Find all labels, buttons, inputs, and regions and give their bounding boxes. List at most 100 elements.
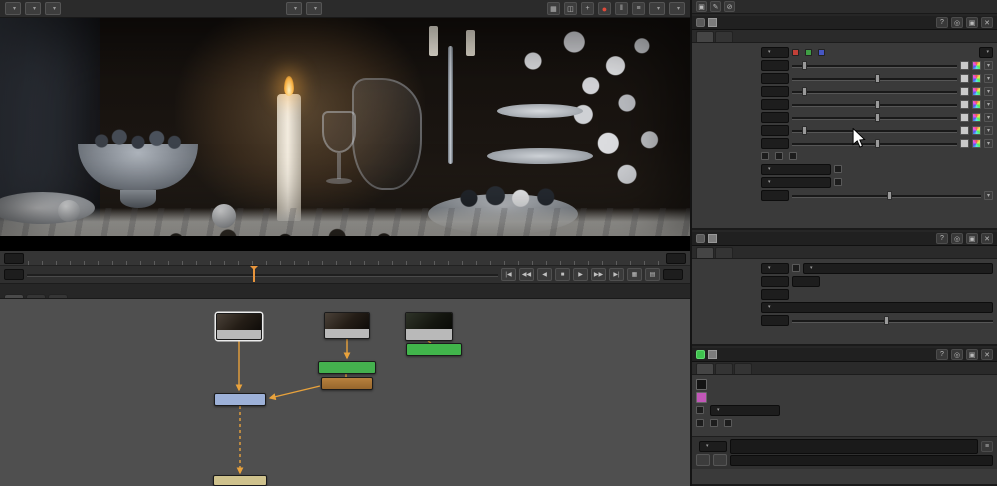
view-dropdown[interactable]: ▾ bbox=[45, 2, 62, 15]
node-color-chip[interactable] bbox=[708, 350, 717, 359]
channels-dropdown[interactable]: ▾ bbox=[761, 262, 789, 274]
color-wheel-icon[interactable] bbox=[972, 86, 981, 96]
animation-menu-icon[interactable]: ▾ bbox=[984, 86, 993, 96]
node-grade[interactable] bbox=[321, 377, 373, 390]
tab-advanced[interactable] bbox=[715, 363, 733, 374]
render-summary-field[interactable] bbox=[730, 454, 993, 466]
go-last-frame-button[interactable]: ▶| bbox=[609, 268, 624, 281]
okay-button[interactable] bbox=[696, 454, 710, 466]
frame-order-dropdown[interactable]: ▾ bbox=[699, 440, 727, 452]
close-panel-button[interactable]: ✕ bbox=[981, 17, 993, 28]
last-frame-field[interactable] bbox=[792, 275, 820, 287]
frame-slider-track[interactable] bbox=[27, 266, 498, 283]
range-end-field[interactable] bbox=[666, 252, 686, 264]
range-start-field[interactable] bbox=[4, 252, 24, 264]
hold-output-checkbox[interactable] bbox=[710, 419, 718, 427]
format-dropdown[interactable]: ▾ bbox=[761, 301, 993, 313]
color-swatch-icon[interactable] bbox=[960, 60, 969, 70]
tab-node[interactable] bbox=[715, 247, 733, 258]
tab-node[interactable] bbox=[734, 363, 752, 374]
despill-bias-swatch[interactable] bbox=[696, 391, 707, 403]
refresh-icon[interactable]: ≡ bbox=[631, 2, 645, 15]
color-wheel-icon[interactable] bbox=[972, 73, 981, 83]
proxy-dropdown[interactable]: ▾ bbox=[648, 2, 665, 15]
node-copy[interactable] bbox=[214, 393, 266, 406]
knob-slider[interactable] bbox=[792, 112, 957, 123]
close-panel-button[interactable]: ✕ bbox=[981, 233, 993, 244]
animation-menu-icon[interactable]: ▾ bbox=[984, 73, 993, 83]
inject-checkbox[interactable] bbox=[834, 178, 842, 186]
knob-value-field[interactable] bbox=[761, 98, 789, 110]
color-wheel-icon[interactable] bbox=[972, 138, 981, 148]
wipe-icon[interactable]: + bbox=[580, 2, 594, 15]
white-clamp-checkbox[interactable] bbox=[789, 152, 797, 160]
knob-value-field[interactable] bbox=[761, 59, 789, 71]
node-color-chip[interactable] bbox=[708, 234, 717, 243]
knob-value-field[interactable] bbox=[761, 72, 789, 84]
knob-value-field[interactable] bbox=[761, 124, 789, 136]
premult-out-checkbox[interactable] bbox=[696, 419, 704, 427]
color-wheel-icon[interactable] bbox=[972, 99, 981, 109]
layer-dropdown[interactable]: ▾ bbox=[5, 2, 22, 15]
color-swatch-icon[interactable] bbox=[960, 99, 969, 109]
premult-dropdown[interactable]: ▾ bbox=[761, 163, 831, 175]
help-button[interactable]: ? bbox=[936, 349, 948, 360]
preview-button[interactable] bbox=[713, 454, 727, 466]
animation-menu-icon[interactable]: ▾ bbox=[984, 190, 993, 200]
raw-data-checkbox[interactable] bbox=[792, 264, 800, 272]
preview-checkbox[interactable] bbox=[696, 406, 704, 414]
help-button[interactable]: ? bbox=[936, 17, 948, 28]
knob-slider[interactable] bbox=[792, 73, 957, 84]
zoom-dropdown[interactable]: ▾ bbox=[669, 2, 686, 15]
colorspace-dropdown[interactable]: ▾ bbox=[803, 262, 993, 274]
animation-menu-icon[interactable]: ▾ bbox=[984, 99, 993, 109]
file-path-field[interactable] bbox=[730, 438, 978, 454]
source-alpha-checkbox[interactable] bbox=[724, 419, 732, 427]
input-process-dropdown[interactable]: ▾ bbox=[286, 2, 303, 15]
knob-value-field[interactable] bbox=[761, 111, 789, 123]
frame-ticks[interactable] bbox=[28, 251, 662, 265]
play-forward-button[interactable]: ▶ bbox=[573, 268, 588, 281]
color-wheel-icon[interactable] bbox=[972, 60, 981, 70]
tab-node-graph[interactable] bbox=[4, 294, 24, 298]
lock-range-icon[interactable]: ▤ bbox=[645, 268, 660, 281]
playhead-marker[interactable] bbox=[250, 266, 259, 282]
color-wheel-icon[interactable] bbox=[972, 112, 981, 122]
first-frame-field[interactable] bbox=[761, 275, 789, 287]
knob-slider[interactable] bbox=[792, 125, 957, 136]
clear-panels-icon[interactable]: ⊘ bbox=[724, 1, 735, 12]
float-panel-button[interactable]: ▣ bbox=[966, 17, 978, 28]
knob-value-field[interactable] bbox=[761, 85, 789, 97]
knob-slider[interactable] bbox=[792, 138, 957, 149]
reverse-checkbox[interactable] bbox=[761, 152, 769, 160]
tab-curve-editor[interactable] bbox=[26, 294, 46, 298]
display-lut-dropdown[interactable]: ▾ bbox=[25, 2, 42, 15]
play-backward-button[interactable]: ◀ bbox=[537, 268, 552, 281]
tile-view-icon[interactable]: ▦ bbox=[546, 2, 560, 15]
go-first-frame-button[interactable]: |◀ bbox=[501, 268, 516, 281]
node-graph-canvas[interactable] bbox=[0, 299, 690, 486]
node-read3[interactable] bbox=[405, 312, 453, 341]
node-read1[interactable] bbox=[216, 313, 262, 340]
loop-mode-icon[interactable]: ▦ bbox=[627, 268, 642, 281]
channels-dropdown[interactable]: ▾ bbox=[761, 46, 789, 58]
black-clamp-checkbox[interactable] bbox=[775, 152, 783, 160]
node-enable-indicator[interactable] bbox=[696, 18, 705, 27]
node-write[interactable] bbox=[213, 475, 267, 486]
origin-field[interactable] bbox=[761, 288, 789, 300]
node-colorcorrect[interactable] bbox=[318, 361, 376, 374]
viewer-image[interactable] bbox=[0, 18, 690, 236]
animation-menu-icon[interactable]: ▾ bbox=[984, 138, 993, 148]
extra-channels-dropdown[interactable]: ▾ bbox=[979, 46, 993, 58]
center-in-dag-button[interactable]: ◎ bbox=[951, 17, 963, 28]
help-button[interactable]: ? bbox=[936, 233, 948, 244]
color-swatch-icon[interactable] bbox=[960, 73, 969, 83]
tab-dope-sheet[interactable] bbox=[48, 294, 68, 298]
tab-chromakeyer[interactable] bbox=[696, 363, 714, 374]
next-keyframe-button[interactable]: ▶▶ bbox=[591, 268, 606, 281]
mask-dropdown[interactable]: ▾ bbox=[761, 176, 831, 188]
node-chromakeyer[interactable] bbox=[406, 343, 462, 356]
invert-checkbox[interactable] bbox=[834, 165, 842, 173]
color-swatch-icon[interactable] bbox=[960, 138, 969, 148]
fps-field[interactable] bbox=[663, 269, 683, 280]
